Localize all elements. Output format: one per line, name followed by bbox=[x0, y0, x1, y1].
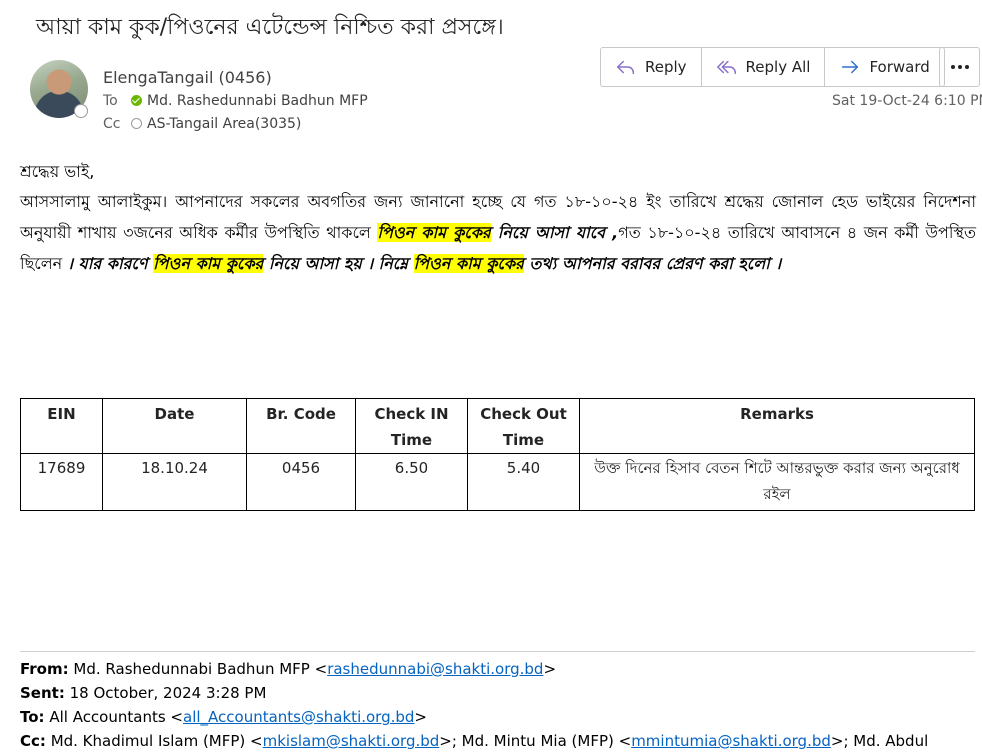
reply-all-icon bbox=[716, 60, 736, 75]
reply-icon bbox=[617, 60, 635, 75]
table-cell: 5.40 bbox=[467, 453, 580, 511]
cc-label: Cc bbox=[103, 116, 121, 132]
email-subject: আয়া কাম কুক/পিওনের এটেন্ডেন্স নিশ্চিত ক… bbox=[36, 15, 504, 40]
column-header: Br. Code bbox=[246, 398, 356, 454]
reply-all-button[interactable]: Reply All bbox=[702, 48, 826, 86]
presence-indicator bbox=[74, 104, 88, 118]
forward-button[interactable]: Forward bbox=[825, 48, 943, 86]
table-cell: 6.50 bbox=[355, 453, 468, 511]
highlighted-text: পিওন কাম কুকের bbox=[377, 223, 491, 242]
bracket-close: > bbox=[543, 660, 557, 678]
reply-all-label: Reply All bbox=[745, 58, 811, 76]
more-actions-button[interactable] bbox=[939, 47, 980, 87]
emphasis-text: নিয়ে আসা যাবে , bbox=[490, 223, 619, 242]
table-cell: 17689 bbox=[20, 453, 103, 511]
highlighted-text: পিওন কাম কুকের bbox=[413, 254, 524, 273]
forward-label: Forward bbox=[869, 58, 930, 76]
table-cell: 18.10.24 bbox=[102, 453, 247, 511]
sent-label: Sent: bbox=[20, 684, 65, 702]
presence-available-icon bbox=[131, 95, 142, 106]
forwarded-to: To: All Accountants <all_Accountants@sha… bbox=[20, 708, 427, 726]
emphasis-text: তথ্য আপনার বরাবর প্রেরণ করা হলো । bbox=[523, 254, 782, 273]
forward-icon bbox=[842, 60, 859, 74]
forward-divider bbox=[20, 651, 975, 652]
cc-tail: >; Md. Abdul bbox=[830, 732, 929, 750]
to-email-link[interactable]: all_Accountants@shakti.org.bd bbox=[183, 708, 414, 726]
cc-email-link[interactable]: mkislam@shakti.org.bd bbox=[263, 732, 440, 750]
more-dot-icon bbox=[964, 65, 969, 69]
column-header: EIN bbox=[20, 398, 103, 454]
highlighted-text: পিওন কাম কুকের bbox=[153, 254, 264, 273]
bracket-close: > bbox=[414, 708, 427, 726]
emphasis-text: নিয়ে আসা হয় । নিম্নে bbox=[263, 254, 414, 273]
column-header: Check IN Time bbox=[355, 398, 468, 454]
table-cell: উক্ত দিনের হিসাব বেতন শিটে আন্তরভুক্ত কর… bbox=[579, 453, 975, 511]
more-dot-icon bbox=[957, 65, 962, 69]
received-date: Sat 19-Oct-24 6:10 PM bbox=[832, 93, 982, 109]
table-cell: 0456 bbox=[246, 453, 356, 511]
cc-name: Md. Khadimul Islam (MFP) < bbox=[50, 732, 263, 750]
forwarded-cc: Cc: Md. Khadimul Islam (MFP) <mkislam@sh… bbox=[20, 732, 928, 750]
from-email-link[interactable]: rashedunnabi@shakti.org.bd bbox=[327, 660, 543, 678]
attendance-table: EIN Date Br. Code Check IN Time Check Ou… bbox=[20, 398, 975, 511]
column-header: Remarks bbox=[579, 398, 975, 454]
table-header-row: EIN Date Br. Code Check IN Time Check Ou… bbox=[20, 398, 975, 454]
to-recipient[interactable]: Md. Rashedunnabi Badhun MFP bbox=[147, 93, 368, 109]
greeting: শ্রদ্ধেয় ভাই, bbox=[20, 162, 95, 181]
forwarded-sent: Sent: 18 October, 2024 3:28 PM bbox=[20, 684, 266, 702]
from-name: Md. Rashedunnabi Badhun MFP < bbox=[73, 660, 328, 678]
cc-label-forwarded: Cc: bbox=[20, 732, 46, 750]
forwarded-from: From: Md. Rashedunnabi Badhun MFP <rashe… bbox=[20, 660, 556, 678]
message-paragraph: আসসালামু আলাইকুম। আপনাদের সকলের অবগতির জ… bbox=[20, 186, 976, 279]
more-dot-icon bbox=[950, 65, 955, 69]
column-header: Date bbox=[102, 398, 247, 454]
cc-separator: >; Md. Mintu Mia (MFP) < bbox=[439, 732, 632, 750]
cc-email-link[interactable]: mmintumia@shakti.org.bd bbox=[631, 732, 831, 750]
to-label: To bbox=[103, 93, 118, 109]
presence-unknown-icon bbox=[131, 118, 142, 129]
sender-name[interactable]: ElengaTangail (0456) bbox=[103, 68, 272, 87]
to-name: All Accountants < bbox=[49, 708, 183, 726]
reply-button[interactable]: Reply bbox=[601, 48, 702, 86]
cc-recipient[interactable]: AS-Tangail Area(3035) bbox=[147, 116, 301, 132]
from-label: From: bbox=[20, 660, 69, 678]
table-row: 17689 18.10.24 0456 6.50 5.40 উক্ত দিনের… bbox=[20, 453, 975, 511]
reply-label: Reply bbox=[645, 58, 687, 76]
to-label-forwarded: To: bbox=[20, 708, 45, 726]
column-header: Check Out Time bbox=[467, 398, 580, 454]
emphasis-text: । যার কারণে bbox=[67, 254, 154, 273]
message-actions: Reply Reply All Forward bbox=[600, 47, 945, 87]
sent-value: 18 October, 2024 3:28 PM bbox=[69, 684, 267, 702]
